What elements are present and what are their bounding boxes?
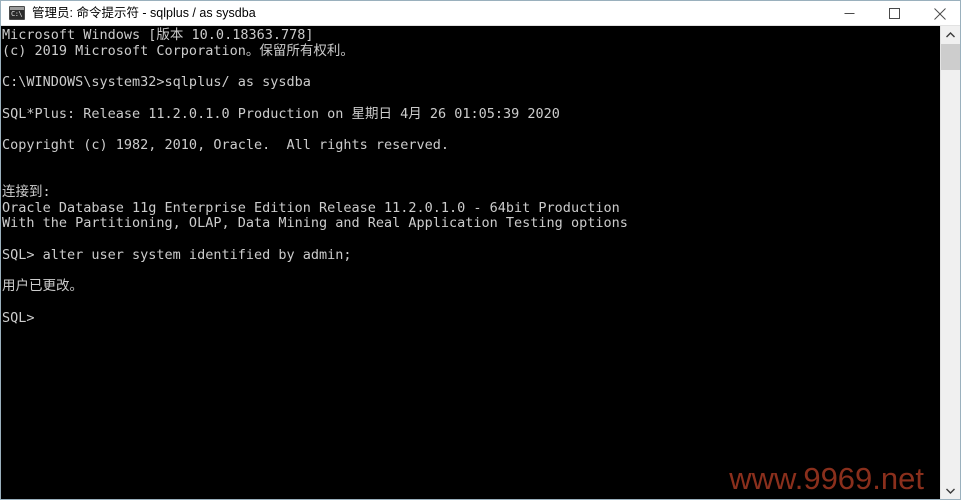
scrollbar-thumb[interactable]: [941, 44, 960, 70]
cmd-prompt-icon: C:\: [9, 5, 25, 21]
window-title: 管理员: 命令提示符 - sqlplus / as sysdba: [32, 5, 256, 20]
command-prompt-window: C:\ 管理员: 命令提示符 - sqlplus / as sysdba Mic…: [0, 0, 961, 500]
scroll-down-icon[interactable]: [941, 482, 960, 499]
minimize-button[interactable]: [827, 1, 872, 26]
vertical-scrollbar[interactable]: [940, 26, 960, 499]
close-button[interactable]: [917, 1, 960, 26]
window-controls: [827, 1, 960, 26]
window-titlebar[interactable]: C:\ 管理员: 命令提示符 - sqlplus / as sysdba: [1, 1, 960, 26]
scrollbar-track[interactable]: [941, 70, 960, 482]
site-watermark: www.9969.net: [729, 461, 924, 496]
console-output-area[interactable]: Microsoft Windows [版本 10.0.18363.778] (c…: [1, 26, 941, 499]
maximize-button[interactable]: [872, 1, 917, 26]
scroll-up-icon[interactable]: [941, 26, 960, 44]
cmd-prompt-icon-glyph: C:\: [11, 10, 23, 18]
console-text: Microsoft Windows [版本 10.0.18363.778] (c…: [2, 27, 628, 326]
